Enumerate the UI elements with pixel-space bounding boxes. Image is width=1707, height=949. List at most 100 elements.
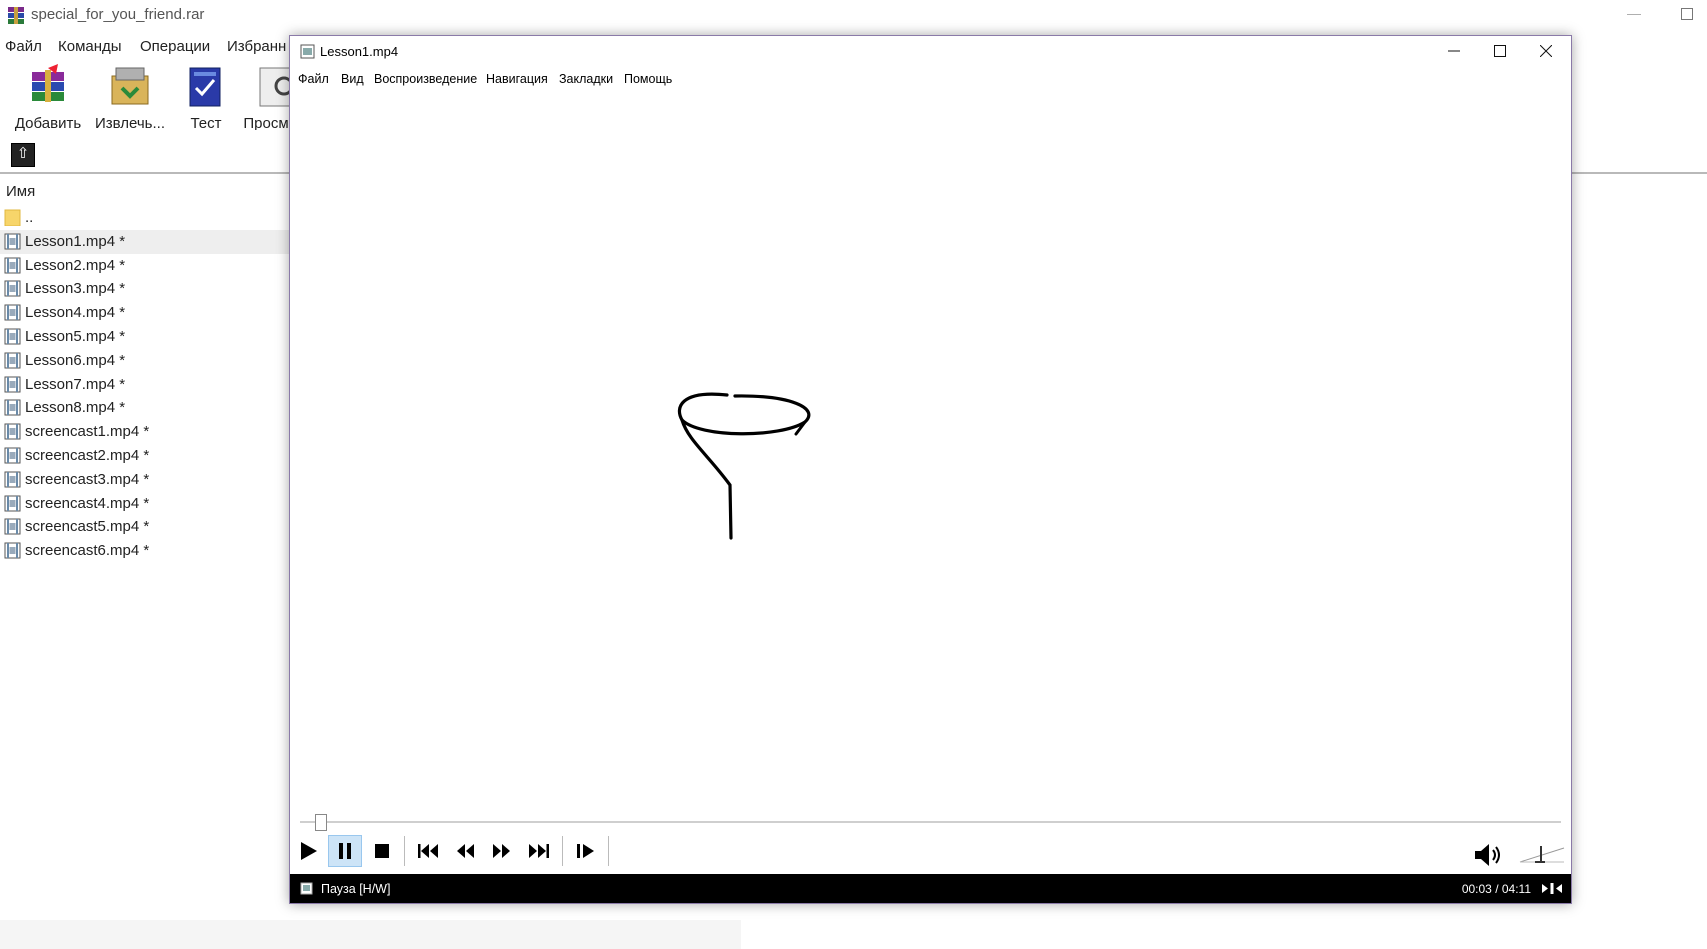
- file-name: Lesson3.mp4 *: [25, 280, 126, 298]
- speaker-icon: [1475, 844, 1500, 866]
- test-button[interactable]: Тест: [166, 60, 246, 132]
- player-menu-navigation[interactable]: Навигация: [486, 72, 548, 86]
- controls-divider: [404, 836, 405, 866]
- up-arrow-icon: ⇧: [16, 145, 30, 162]
- extract-icon: [111, 67, 149, 105]
- video-file-icon: [4, 376, 21, 393]
- play-button[interactable]: [291, 835, 325, 867]
- pause-button[interactable]: [328, 835, 362, 867]
- video-file-icon: [4, 304, 21, 321]
- archiver-menu-favorites[interactable]: Избранн: [227, 38, 286, 55]
- seek-handle[interactable]: [315, 814, 327, 831]
- player-close-button[interactable]: [1523, 36, 1569, 66]
- file-name: screencast4.mp4 *: [25, 494, 150, 512]
- file-name: Lesson2.mp4 *: [25, 256, 126, 274]
- file-row[interactable]: Lesson6.mp4 *: [0, 349, 300, 373]
- file-row[interactable]: Lesson8.mp4 *: [0, 396, 300, 420]
- archiver-title-bar: special_for_you_friend.rar —: [0, 0, 1707, 30]
- extract-button[interactable]: Извлечь...: [90, 60, 170, 132]
- play-icon: [301, 842, 317, 860]
- file-row[interactable]: Lesson1.mp4 *: [0, 229, 300, 254]
- mute-button[interactable]: [1472, 841, 1506, 869]
- video-file-icon: [4, 423, 21, 440]
- fast-forward-button[interactable]: [485, 835, 519, 867]
- extract-button-label: Извлечь...: [94, 115, 165, 132]
- file-row[interactable]: Lesson5.mp4 *: [0, 325, 300, 349]
- archiver-toolbar: Добавить Извлечь... Тест Просм: [0, 60, 300, 132]
- video-file-icon: [4, 471, 21, 488]
- frame-step-icon: [577, 844, 594, 858]
- stop-button[interactable]: [365, 835, 399, 867]
- archiver-maximize-button[interactable]: [1676, 4, 1698, 24]
- player-menu-bookmarks[interactable]: Закладки: [559, 72, 613, 86]
- seek-bar[interactable]: [300, 814, 1561, 831]
- player-minimize-button[interactable]: [1431, 36, 1477, 66]
- video-file-icon: [4, 233, 21, 250]
- file-name: screencast3.mp4 *: [25, 470, 150, 488]
- controls-divider: [562, 836, 563, 866]
- name-column-label: Имя: [6, 183, 36, 200]
- previous-button[interactable]: [411, 835, 445, 867]
- file-row[interactable]: screencast2.mp4 *: [0, 444, 300, 468]
- frame-step-button[interactable]: [569, 835, 603, 867]
- file-row[interactable]: Lesson3.mp4 *: [0, 277, 300, 301]
- player-title-bar: Lesson1.mp4: [290, 36, 1571, 66]
- file-row[interactable]: screencast3.mp4 *: [0, 468, 300, 492]
- video-file-icon: [4, 352, 21, 369]
- file-row[interactable]: screencast5.mp4 *: [0, 515, 300, 539]
- add-archive-icon: [32, 64, 64, 102]
- renderer-icon: [1542, 883, 1562, 894]
- view-button-label: Просм: [243, 115, 289, 130]
- playback-status: Пауза [H/W]: [321, 882, 391, 896]
- player-maximize-button[interactable]: [1477, 36, 1523, 66]
- close-icon: [1539, 44, 1553, 58]
- rewind-button[interactable]: [448, 835, 482, 867]
- volume-slider[interactable]: [1518, 840, 1566, 868]
- player-status-bar: Пауза [H/W] 00:03 / 04:11: [290, 874, 1571, 903]
- status-file-icon: [300, 882, 313, 895]
- file-row[interactable]: Lesson2.mp4 *: [0, 254, 300, 278]
- file-list: .. Lesson1.mp4 * Lesson2.mp4 * Lesson3.mp4…: [0, 206, 300, 563]
- parent-folder-button[interactable]: ⇧: [11, 143, 35, 167]
- player-menu-bar: Файл Вид Воспроизведение Навигация Закла…: [290, 66, 1571, 90]
- file-name: Lesson4.mp4 *: [25, 304, 126, 322]
- player-menu-file[interactable]: Файл: [298, 72, 329, 86]
- view-button[interactable]: Просм: [236, 60, 296, 130]
- fast-forward-icon: [493, 844, 510, 858]
- video-file-icon: [4, 542, 21, 559]
- next-button[interactable]: [522, 835, 556, 867]
- add-button-label: Добавить: [14, 115, 82, 132]
- parent-folder-row[interactable]: ..: [0, 206, 300, 230]
- skip-previous-icon: [418, 844, 438, 858]
- file-name: Lesson1.mp4 *: [25, 232, 126, 250]
- test-icon: [189, 67, 221, 107]
- file-row[interactable]: Lesson4.mp4 *: [0, 301, 300, 325]
- add-button[interactable]: Добавить: [8, 60, 88, 132]
- folder-icon: [4, 209, 21, 226]
- file-row[interactable]: screencast1.mp4 *: [0, 420, 300, 444]
- playback-controls: [290, 832, 1571, 868]
- video-area[interactable]: [290, 90, 1571, 842]
- player-menu-playback[interactable]: Воспроизведение: [374, 72, 477, 86]
- video-file-icon: [300, 44, 315, 59]
- player-menu-view[interactable]: Вид: [341, 72, 364, 86]
- file-row[interactable]: Lesson7.mp4 *: [0, 373, 300, 397]
- archiver-menu-commands[interactable]: Команды: [58, 38, 122, 55]
- player-title: Lesson1.mp4: [320, 44, 399, 59]
- player-menu-help[interactable]: Помощь: [624, 72, 672, 86]
- name-column-header[interactable]: Имя: [0, 176, 300, 206]
- archiver-title: special_for_you_friend.rar: [31, 6, 205, 23]
- winrar-app-icon: [8, 7, 24, 24]
- file-row[interactable]: screencast4.mp4 *: [0, 492, 300, 516]
- video-file-icon: [4, 518, 21, 535]
- volume-ramp: [1519, 846, 1565, 863]
- file-row[interactable]: screencast6.mp4 *: [0, 539, 300, 563]
- archiver-menu-operations[interactable]: Операции: [140, 38, 210, 55]
- archiver-menu-bar: Файл Команды Операции Избранн: [0, 36, 300, 58]
- archiver-menu-file[interactable]: Файл: [5, 38, 42, 55]
- archiver-minimize-button[interactable]: —: [1620, 2, 1648, 24]
- rewind-icon: [457, 844, 474, 858]
- file-name: Lesson8.mp4 *: [25, 399, 126, 417]
- file-name: screencast1.mp4 *: [25, 423, 150, 441]
- video-file-icon: [4, 447, 21, 464]
